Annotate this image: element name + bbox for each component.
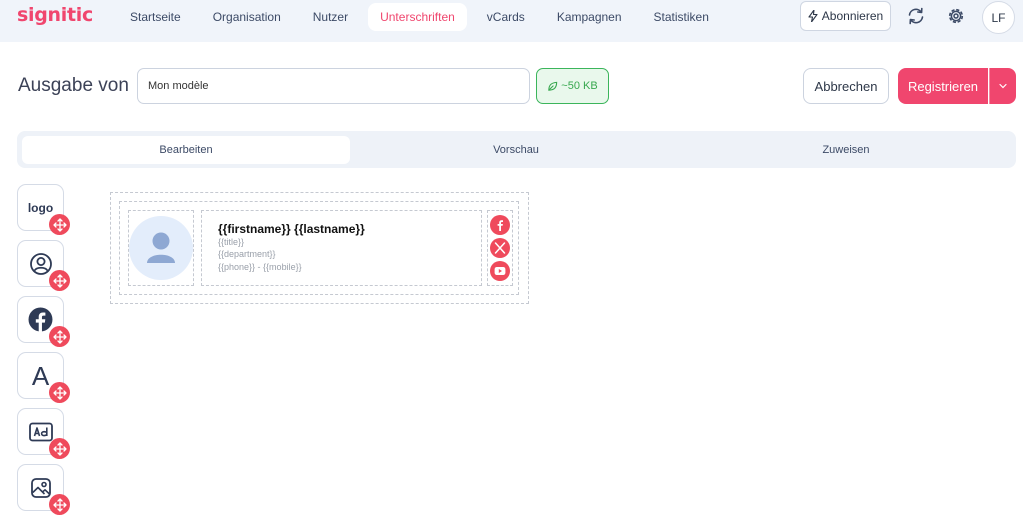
settings-button[interactable] [944, 4, 968, 28]
x-icon [494, 242, 506, 254]
leaf-icon [548, 81, 558, 91]
nav-vcards[interactable]: vCards [475, 3, 537, 31]
drag-handle-banner[interactable] [49, 438, 70, 459]
main-nav: Startseite Organisation Nutzer Unterschr… [118, 3, 729, 31]
drag-handle-social[interactable] [49, 326, 70, 347]
ad-icon [28, 422, 53, 441]
tab-bearbeiten[interactable]: Bearbeiten [22, 136, 350, 164]
move-icon [52, 273, 67, 288]
tab-vorschau[interactable]: Vorschau [352, 136, 680, 164]
social-x[interactable] [490, 238, 510, 258]
refresh-icon [908, 7, 924, 25]
move-icon [52, 497, 67, 512]
signature-title: {{title}} [218, 237, 245, 247]
user-avatar[interactable]: LF [982, 1, 1015, 34]
top-bar: signitic Startseite Organisation Nutzer … [0, 0, 1023, 42]
gear-icon [948, 8, 964, 24]
register-dropdown-button[interactable] [989, 68, 1016, 104]
page-title: Ausgabe von [18, 75, 129, 96]
nav-statistiken[interactable]: Statistiken [642, 3, 721, 31]
size-label: ~50 KB [561, 80, 598, 92]
drag-handle-image[interactable] [49, 494, 70, 515]
signature-phone: {{phone}} - {{mobile}} [218, 262, 302, 272]
facebook-icon [28, 307, 53, 332]
image-icon [30, 477, 51, 498]
subscribe-label: Abonnieren [821, 9, 884, 23]
refresh-button[interactable] [904, 4, 928, 28]
signature-department: {{department}} [218, 249, 276, 259]
user-circle-icon [29, 252, 52, 275]
avatar-placeholder-icon [129, 216, 193, 280]
font-icon: A [31, 360, 50, 391]
facebook-icon [497, 220, 503, 231]
register-button[interactable]: Registrieren [898, 68, 988, 104]
youtube-icon [494, 267, 506, 275]
social-youtube[interactable] [490, 261, 510, 281]
signitic-logo[interactable]: signitic [17, 4, 93, 26]
nav-organisation[interactable]: Organisation [201, 3, 293, 31]
cancel-button[interactable]: Abbrechen [803, 68, 889, 104]
nav-nutzer[interactable]: Nutzer [301, 3, 360, 31]
signature-name: {{firstname}} {{lastname}} [218, 222, 365, 236]
move-icon [52, 217, 67, 232]
nav-unterschriften[interactable]: Unterschriften [368, 3, 467, 31]
drag-handle-text[interactable] [49, 382, 70, 403]
drag-handle-photo[interactable] [49, 270, 70, 291]
tab-zuweisen[interactable]: Zuweisen [682, 136, 1010, 164]
move-icon [52, 329, 67, 344]
nav-startseite[interactable]: Startseite [118, 3, 193, 31]
signature-name-input[interactable] [137, 68, 530, 104]
size-badge: ~50 KB [536, 68, 609, 104]
lightning-icon [808, 10, 818, 22]
social-facebook[interactable] [490, 215, 510, 235]
editor-tabs: Bearbeiten Vorschau Zuweisen [17, 131, 1016, 168]
tool-logo-label: logo [27, 200, 54, 215]
nav-kampagnen[interactable]: Kampagnen [545, 3, 634, 31]
subscribe-button[interactable]: Abonnieren [800, 1, 891, 31]
chevron-down-icon [999, 83, 1007, 89]
move-icon [52, 385, 67, 400]
drag-handle-logo[interactable] [49, 214, 70, 235]
move-icon [52, 441, 67, 456]
